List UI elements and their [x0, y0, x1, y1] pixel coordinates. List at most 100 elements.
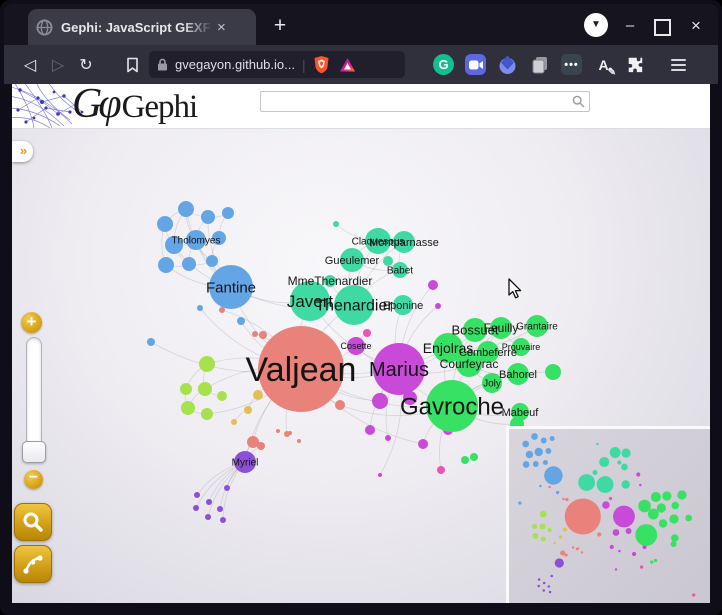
graph-node[interactable]	[147, 338, 155, 346]
forward-button: ▷	[44, 55, 72, 75]
graph-node[interactable]	[206, 255, 218, 267]
minimap-node	[550, 436, 555, 441]
graph-search-button[interactable]	[14, 503, 52, 541]
minimize-button[interactable]: –	[617, 13, 643, 39]
brave-rewards-icon[interactable]	[339, 57, 356, 73]
graph-node-label: Tholomyes	[172, 236, 221, 247]
graph-node[interactable]	[297, 439, 301, 443]
bookmark-icon[interactable]	[126, 57, 139, 73]
gephi-logo[interactable]: Gφ Gephi	[72, 84, 197, 128]
window-close-button[interactable]: ×	[683, 13, 709, 39]
gephi-logo-word: Gephi	[122, 89, 198, 126]
graph-node[interactable]	[201, 210, 215, 224]
reader-extension-icon[interactable]: •••	[561, 54, 582, 75]
minimap-node	[532, 533, 538, 539]
minimap-node	[565, 498, 601, 534]
graph-node[interactable]	[276, 429, 280, 433]
minimap-node	[523, 461, 530, 468]
graph-node[interactable]	[194, 492, 200, 498]
graph-node[interactable]	[435, 303, 441, 309]
new-tab-button[interactable]: +	[266, 12, 294, 40]
gem-extension-icon[interactable]	[497, 54, 518, 75]
graph-node[interactable]	[220, 517, 226, 523]
grammarly-extension-icon[interactable]: G	[433, 54, 454, 75]
browser-toolbar: ◁ ▷ ↻ gvegayon.github.io... |	[4, 45, 718, 84]
graph-node[interactable]	[378, 473, 382, 477]
graph-node[interactable]	[437, 466, 445, 474]
graph-node[interactable]	[182, 257, 196, 271]
graph-node-label: Feuilly	[484, 321, 519, 335]
graph-node[interactable]	[224, 485, 230, 491]
graph-node[interactable]	[428, 280, 438, 290]
graph-node[interactable]	[198, 382, 212, 396]
video-call-extension-icon[interactable]	[465, 54, 486, 75]
graph-node[interactable]	[222, 207, 234, 219]
back-button[interactable]: ◁	[16, 55, 44, 75]
brave-shield-icon[interactable]	[313, 55, 330, 74]
graph-node[interactable]	[206, 499, 212, 505]
sidebar-expander-button[interactable]: »	[12, 141, 33, 162]
graph-node[interactable]	[231, 419, 237, 425]
graph-node[interactable]	[372, 393, 388, 409]
graph-node[interactable]	[257, 442, 265, 450]
graph-node[interactable]	[197, 305, 203, 311]
graph-node[interactable]	[181, 401, 195, 415]
graph-node-label: Myriel	[232, 458, 259, 469]
graph-node[interactable]	[193, 505, 199, 511]
minimap-node	[657, 503, 666, 512]
graph-node[interactable]	[545, 364, 561, 380]
graph-node[interactable]	[259, 331, 267, 339]
magnifier-icon	[22, 511, 44, 533]
minimap-node	[592, 470, 597, 475]
graph-node[interactable]	[418, 439, 428, 449]
translate-extension-icon[interactable]: A ✎	[593, 54, 614, 75]
browser-menu-icon[interactable]	[671, 59, 686, 71]
graph-node[interactable]	[205, 514, 211, 520]
graph-node[interactable]	[217, 506, 223, 512]
browser-tab[interactable]: Gephi: JavaScript GEXF Vie ×	[28, 9, 256, 45]
maximize-button[interactable]	[654, 19, 671, 36]
site-header: Gφ Gephi	[12, 84, 710, 129]
graph-node[interactable]	[217, 391, 227, 401]
graph-node[interactable]	[365, 425, 375, 435]
copies-extension-icon[interactable]	[529, 54, 550, 75]
graph-node[interactable]	[201, 408, 213, 420]
minimap-node	[610, 447, 621, 458]
graph-node[interactable]	[470, 453, 478, 461]
graph-node[interactable]	[252, 331, 258, 337]
minimap-node	[539, 485, 542, 488]
zoom-out-button[interactable]: −	[24, 470, 43, 489]
graph-node[interactable]	[288, 431, 292, 435]
url-bar[interactable]: gvegayon.github.io... |	[149, 51, 405, 78]
extensions-puzzle-icon[interactable]	[625, 54, 646, 75]
graph-node[interactable]	[180, 383, 192, 395]
graph-node[interactable]	[244, 406, 252, 414]
graph-node[interactable]	[158, 257, 174, 273]
minimap-node	[599, 457, 609, 467]
zoom-slider-handle[interactable]	[22, 441, 46, 463]
edge-tool-button[interactable]	[14, 545, 52, 583]
site-search-input[interactable]	[260, 91, 590, 112]
graph-node[interactable]	[335, 400, 345, 410]
minimap-node	[565, 498, 568, 501]
graph-node[interactable]	[199, 356, 215, 372]
graph-node[interactable]	[461, 456, 469, 464]
minimap[interactable]	[506, 426, 710, 603]
graph-node[interactable]	[237, 317, 245, 325]
minimap-node	[662, 491, 671, 500]
minimap-node	[635, 524, 657, 546]
graph-node[interactable]	[157, 216, 173, 232]
zoom-in-button[interactable]: +	[21, 312, 42, 333]
graph-node[interactable]	[385, 435, 391, 441]
graph-node[interactable]	[253, 390, 263, 400]
graph-node[interactable]	[383, 256, 393, 266]
tab-close-icon[interactable]: ×	[217, 20, 226, 35]
profile-button[interactable]: ▼	[584, 13, 608, 37]
graph-node[interactable]	[178, 201, 194, 217]
graph-node[interactable]	[219, 307, 225, 313]
graph-node[interactable]	[363, 329, 371, 337]
graph-node[interactable]	[333, 221, 339, 227]
reload-button[interactable]: ↻	[72, 55, 100, 75]
minimap-node	[522, 441, 529, 448]
lock-icon	[157, 58, 168, 71]
